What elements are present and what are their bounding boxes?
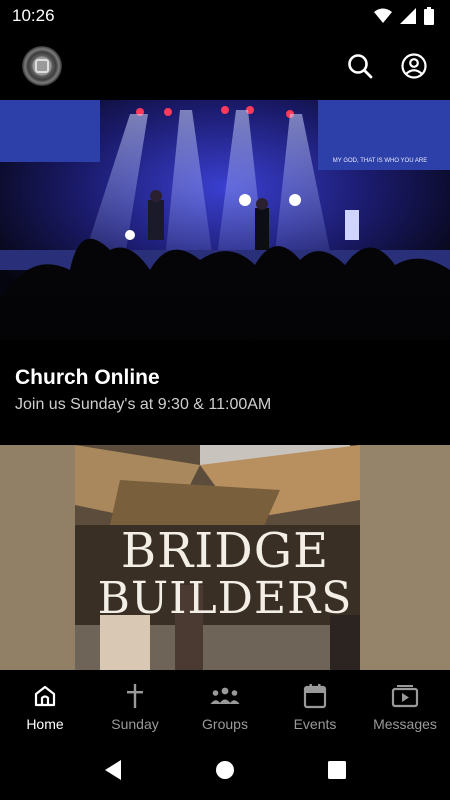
hero-title: Church Online <box>15 366 160 389</box>
hero-subtitle: Join us Sunday's at 9:30 & 11:00AM <box>15 396 272 413</box>
church-online-card[interactable]: MY GOD, THAT IS WHO YOU ARE Church Onlin… <box>0 100 450 445</box>
calendar-icon <box>303 682 327 710</box>
home-circle-icon <box>216 761 234 779</box>
back-button[interactable] <box>99 756 127 784</box>
signal-icon <box>400 8 416 24</box>
nav-home[interactable]: Home <box>0 670 90 740</box>
home-icon <box>33 682 57 710</box>
app-bar <box>0 32 450 100</box>
account-icon <box>401 53 427 79</box>
status-time: 10:26 <box>12 6 55 25</box>
bottom-navigation: Home Sunday Groups Events Messages <box>0 670 450 740</box>
nav-label-sunday: Sunday <box>111 716 159 732</box>
search-icon <box>348 54 373 79</box>
bridge-title-line1: BRIDGE <box>120 523 330 579</box>
nav-label-groups: Groups <box>202 716 248 732</box>
nav-groups[interactable]: Groups <box>180 670 270 740</box>
wifi-icon <box>374 8 392 23</box>
system-navigation <box>0 740 450 800</box>
bridge-title-line2: BUILDERS <box>97 573 353 624</box>
status-bar: 10:26 <box>0 0 450 32</box>
groups-icon <box>209 682 241 710</box>
nav-label-events: Events <box>293 716 337 732</box>
worship-stage-image: MY GOD, THAT IS WHO YOU ARE <box>0 100 450 445</box>
video-icon <box>391 682 419 710</box>
back-triangle-icon <box>105 760 121 780</box>
nav-sunday[interactable]: Sunday <box>90 670 180 740</box>
recents-button[interactable] <box>323 756 351 784</box>
logo-mark <box>35 59 49 73</box>
account-button[interactable] <box>400 52 428 80</box>
nav-label-home: Home <box>26 716 64 732</box>
home-system-button[interactable] <box>211 756 239 784</box>
nav-label-messages: Messages <box>373 716 437 732</box>
battery-icon <box>424 7 434 25</box>
nav-messages[interactable]: Messages <box>360 670 450 740</box>
screen-lyric-text: MY GOD, THAT IS WHO YOU ARE <box>333 158 427 164</box>
status-icons <box>374 7 434 25</box>
recents-square-icon <box>328 761 346 779</box>
church-logo[interactable] <box>22 46 62 86</box>
search-button[interactable] <box>346 52 374 80</box>
cross-icon <box>123 682 147 710</box>
bridge-builders-card[interactable]: BRIDGE BUILDERS <box>0 445 450 670</box>
app-actions <box>346 52 428 80</box>
nav-events[interactable]: Events <box>270 670 360 740</box>
